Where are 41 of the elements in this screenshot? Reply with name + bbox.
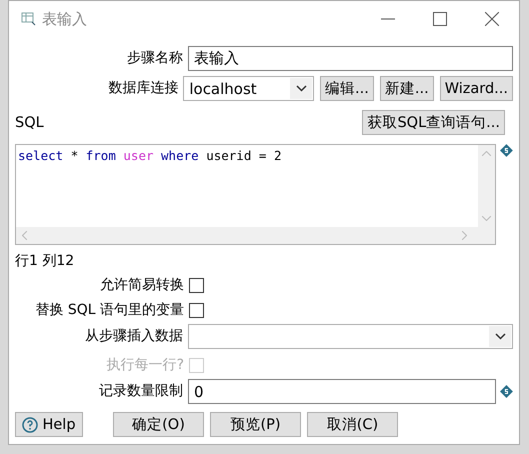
scroll-up-icon — [482, 151, 492, 156]
maximize-icon — [433, 12, 447, 26]
variable-icon — [500, 385, 513, 398]
field-label: 记录数量限制 — [98, 383, 184, 400]
horizontal-scrollbar[interactable] — [16, 227, 496, 244]
cursor-position: 行1 列12 — [15, 253, 74, 270]
sql-code: select * from user where userid = 2 — [17, 147, 282, 165]
sql-label: SQL — [15, 114, 45, 130]
limit-field[interactable]: 0 — [188, 379, 496, 404]
field-label: 步骤名称 — [126, 50, 184, 67]
window-title: 表输入 — [42, 10, 88, 28]
field-label: 从步骤插入数据 — [84, 328, 184, 345]
connection-button[interactable]: 编辑... — [320, 76, 374, 101]
field-label: 数据库连接 — [107, 80, 180, 97]
option-label: 替换 SQL 语句里的变量 — [34, 302, 185, 319]
chevron-down-icon — [296, 85, 307, 92]
vertical-scrollbar[interactable] — [478, 145, 496, 227]
scroll-left-icon — [22, 231, 27, 240]
checkbox[interactable] — [189, 278, 204, 293]
insert-step-dropdown[interactable] — [188, 324, 513, 349]
checkbox[interactable] — [189, 303, 204, 318]
help-button[interactable]: Help — [15, 412, 83, 437]
get-sql-button[interactable]: 获取SQL查询语句... — [362, 110, 505, 135]
step-name-field[interactable]: 表输入 — [188, 46, 513, 71]
variable-icon — [500, 144, 513, 157]
sql-editor[interactable]: select * from user where userid = 2 — [15, 144, 496, 245]
scroll-down-icon — [482, 216, 492, 221]
minimize-icon — [381, 18, 395, 20]
connection-button[interactable]: 新建... — [380, 76, 434, 101]
help-icon — [22, 416, 38, 432]
connection-dropdown[interactable]: localhost — [183, 76, 314, 101]
dialog-button[interactable]: 确定(O) — [113, 412, 204, 437]
table-icon — [21, 12, 36, 26]
scroll-right-icon — [462, 231, 468, 240]
close-icon — [485, 12, 499, 26]
option-label: 允许简易转换 — [99, 277, 185, 294]
option-label: 执行每一行? — [106, 357, 185, 374]
connection-button[interactable]: Wizard... — [440, 76, 513, 101]
dialog-button[interactable]: 预览(P) — [210, 412, 301, 437]
chevron-down-icon — [494, 333, 506, 340]
dialog-button[interactable]: 取消(C) — [307, 412, 398, 437]
